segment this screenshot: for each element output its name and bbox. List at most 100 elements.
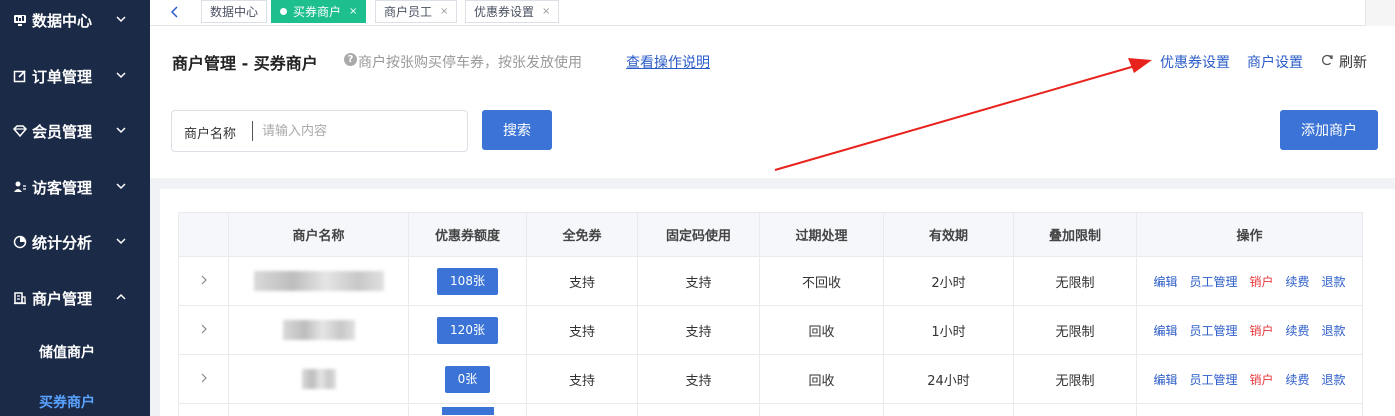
- sidebar-item-visitors[interactable]: 访客管理: [0, 167, 150, 207]
- expand-cell[interactable]: [178, 354, 229, 404]
- partial-cell: [228, 403, 409, 416]
- table-header-row: 商户名称 优惠券额度 全免券 固定码使用 过期处理 有效期 叠加限制 操作: [178, 212, 1363, 257]
- tab-merchant-staff[interactable]: 商户员工 ×: [375, 0, 458, 23]
- expand-cell[interactable]: [178, 256, 229, 306]
- staff-action[interactable]: 员工管理: [1189, 275, 1237, 289]
- coupon-settings-link[interactable]: 优惠券设置: [1160, 52, 1230, 72]
- refresh-icon[interactable]: [1320, 53, 1334, 67]
- quota-badge[interactable]: 120张: [437, 316, 498, 344]
- redacted-name: [301, 369, 336, 389]
- close-icon[interactable]: ×: [440, 6, 448, 17]
- refresh-link[interactable]: 刷新: [1339, 52, 1367, 72]
- tab-bar: 数据中心 买券商户 × 商户员工 × 优惠券设置 ×: [150, 0, 1395, 26]
- renew-action[interactable]: 续费: [1286, 275, 1310, 289]
- edit-action[interactable]: 编辑: [1153, 324, 1177, 338]
- chevron-down-icon: [116, 127, 126, 134]
- table-row: [178, 403, 1363, 416]
- sidebar-item-members[interactable]: 会员管理: [0, 111, 150, 151]
- sidebar-item-label: 订单管理: [32, 67, 93, 86]
- help-link[interactable]: 查看操作说明: [626, 52, 710, 72]
- refund-action[interactable]: 退款: [1322, 324, 1346, 338]
- tab-coupon-settings[interactable]: 优惠券设置 ×: [465, 0, 560, 23]
- edit-icon: [12, 68, 28, 84]
- merchant-name-cell: [228, 305, 409, 355]
- sidebar-item-label: 统计分析: [32, 233, 93, 252]
- actions-cell: 编辑 员工管理 销户 续费 退款: [1136, 256, 1363, 306]
- chevron-right-icon[interactable]: [199, 373, 209, 383]
- renew-action[interactable]: 续费: [1286, 324, 1310, 338]
- add-merchant-button[interactable]: 添加商户: [1280, 110, 1378, 150]
- sidebar-subitem-stored-value-merchants[interactable]: 储值商户: [0, 335, 150, 369]
- sidebar-item-label: 数据中心: [32, 11, 93, 30]
- column-header-expand: [178, 212, 229, 257]
- table-container: 商户名称 优惠券额度 全免券 固定码使用 过期处理 有效期 叠加限制 操作 10…: [160, 189, 1395, 416]
- partial-cell: [637, 403, 760, 416]
- building-icon: [12, 290, 28, 306]
- stack-cell: 无限制: [1013, 354, 1137, 404]
- search-input[interactable]: [262, 117, 457, 145]
- close-account-action[interactable]: 销户: [1249, 324, 1273, 338]
- partial-cell: [883, 403, 1014, 416]
- sidebar-item-merchants[interactable]: 商户管理: [0, 278, 150, 318]
- expand-cell[interactable]: [178, 305, 229, 355]
- merchant-name-search: 商户名称: [171, 110, 468, 152]
- quota-badge[interactable]: 108张: [437, 267, 498, 295]
- tab-scroll-right[interactable]: [1365, 0, 1395, 26]
- sidebar-item-data-center[interactable]: 数据中心: [0, 0, 150, 40]
- validity-cell: 24小时: [883, 354, 1014, 404]
- quota-badge-partial: [441, 407, 494, 415]
- partial-cell: [408, 403, 527, 416]
- staff-action[interactable]: 员工管理: [1189, 324, 1237, 338]
- redacted-name: [253, 271, 384, 291]
- tab-label: 优惠券设置: [474, 5, 535, 19]
- partial-cell: [1013, 403, 1137, 416]
- close-icon[interactable]: ×: [542, 6, 550, 17]
- chevron-right-icon[interactable]: [199, 324, 209, 334]
- merchant-settings-link[interactable]: 商户设置: [1247, 52, 1303, 72]
- sidebar-item-statistics[interactable]: 统计分析: [0, 222, 150, 262]
- close-account-action[interactable]: 销户: [1249, 275, 1273, 289]
- pie-chart-icon: [12, 234, 28, 250]
- active-dot-icon: [280, 8, 287, 15]
- close-icon[interactable]: ×: [349, 6, 357, 17]
- table-row: 108张 支持 支持 不回收 2小时 无限制 编辑 员工管理 销户 续费 退款: [178, 256, 1363, 306]
- quota-cell: 0张: [408, 354, 527, 404]
- quota-badge[interactable]: 0张: [444, 365, 491, 393]
- partial-cell: [759, 403, 884, 416]
- quota-cell: 108张: [408, 256, 527, 306]
- chevron-down-icon: [116, 72, 126, 79]
- sidebar-subitem-coupon-merchants[interactable]: 买券商户: [0, 385, 150, 416]
- quota-cell: 120张: [408, 305, 527, 355]
- tab-coupon-merchants[interactable]: 买券商户 ×: [271, 0, 367, 23]
- validity-cell: 1小时: [883, 305, 1014, 355]
- refund-action[interactable]: 退款: [1322, 275, 1346, 289]
- chevron-down-icon: [116, 238, 126, 245]
- column-header-fixed-code: 固定码使用: [637, 212, 760, 257]
- renew-action[interactable]: 续费: [1286, 373, 1310, 387]
- visitor-icon: [12, 179, 28, 195]
- chevron-right-icon[interactable]: [199, 275, 209, 285]
- stack-cell: 无限制: [1013, 256, 1137, 306]
- column-header-quota: 优惠券额度: [408, 212, 527, 257]
- column-header-stack: 叠加限制: [1013, 212, 1137, 257]
- column-header-validity: 有效期: [883, 212, 1014, 257]
- help-text: 商户按张购买停车券，按张发放使用: [358, 55, 582, 71]
- actions-cell: 编辑 员工管理 销户 续费 退款: [1136, 305, 1363, 355]
- edit-action[interactable]: 编辑: [1153, 373, 1177, 387]
- refund-action[interactable]: 退款: [1322, 373, 1346, 387]
- monitor-icon: [12, 12, 28, 28]
- tab-label: 商户员工: [384, 5, 433, 19]
- chevron-up-icon: [116, 293, 126, 300]
- tab-data-center[interactable]: 数据中心: [201, 0, 268, 23]
- tab-label: 数据中心: [210, 5, 259, 19]
- divider: [252, 121, 253, 141]
- validity-cell: 2小时: [883, 256, 1014, 306]
- fixed-code-cell: 支持: [637, 256, 760, 306]
- partial-cell: [178, 403, 229, 416]
- chevron-left-icon[interactable]: [166, 3, 184, 21]
- edit-action[interactable]: 编辑: [1153, 275, 1177, 289]
- sidebar-item-orders[interactable]: 订单管理: [0, 56, 150, 96]
- close-account-action[interactable]: 销户: [1249, 373, 1273, 387]
- staff-action[interactable]: 员工管理: [1189, 373, 1237, 387]
- search-button[interactable]: 搜索: [482, 110, 552, 150]
